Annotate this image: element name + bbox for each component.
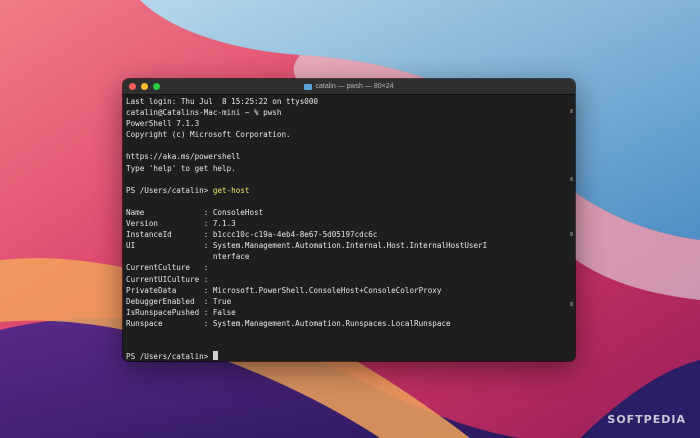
terminal-line-text: nterface <box>126 252 250 262</box>
terminal-line: InstanceId : b1ccc10c-c19a-4eb4-8e67-5d0… <box>126 229 572 240</box>
softpedia-watermark: SOFTPEDIA <box>607 413 686 426</box>
terminal-line: UI : System.Management.Automation.Intern… <box>126 240 572 251</box>
window-title: catalin — pwsh — 80×24 <box>315 83 394 90</box>
terminal-line: PS /Users/catalin> <box>126 351 572 361</box>
terminal-window[interactable]: catalin — pwsh — 80×24 Last login: Thu J… <box>123 79 575 361</box>
terminal-line: Runspace : System.Management.Automation.… <box>126 318 572 329</box>
terminal-line-text: PS /Users/catalin> <box>126 185 213 195</box>
terminal-line: Type 'help' to get help. <box>126 163 572 174</box>
terminal-line-text: InstanceId : b1ccc10c-c19a-4eb4-8e67-5d0… <box>126 230 378 240</box>
title-bar[interactable]: catalin — pwsh — 80×24 <box>123 79 575 95</box>
terminal-line-text: PS /Users/catalin> <box>126 352 213 361</box>
terminal-line: catalin@Catalins-Mac-mini ~ % pwsh <box>126 107 572 118</box>
terminal-line: CurrentCulture : <box>126 262 572 273</box>
terminal-line: PS /Users/catalin> get-host <box>126 185 572 196</box>
terminal-line-text: CurrentUICulture : <box>126 274 209 284</box>
terminal-line: Version : 7.1.3 <box>126 218 572 229</box>
terminal-line-text: IsRunspacePushed : False <box>126 307 236 317</box>
terminal-line: IsRunspacePushed : False <box>126 307 572 318</box>
terminal-line-text: DebuggerEnabled : True <box>126 296 232 306</box>
terminal-line-text: PowerShell 7.1.3 <box>126 119 200 129</box>
terminal-line-text: UI : System.Management.Automation.Intern… <box>126 241 488 251</box>
terminal-output[interactable]: Last login: Thu Jul 8 15:25:22 on ttys00… <box>123 95 575 361</box>
text-cursor <box>212 351 218 361</box>
terminal-line-text: https://aka.ms/powershell <box>126 152 241 162</box>
window-title-container: catalin — pwsh — 80×24 <box>123 79 575 94</box>
terminal-line: CurrentUICulture : <box>126 274 572 285</box>
folder-icon <box>304 83 313 90</box>
terminal-line-text: Type 'help' to get help. <box>126 163 236 173</box>
command-text: get-host <box>212 185 250 195</box>
terminal-line: DebuggerEnabled : True <box>126 296 572 307</box>
terminal-line-text: PrivateData : Microsoft.PowerShell.Conso… <box>126 285 442 295</box>
terminal-line: PowerShell 7.1.3 <box>126 118 572 129</box>
scrollbar[interactable] <box>570 97 573 357</box>
terminal-line-text: Last login: Thu Jul 8 15:25:22 on ttys00… <box>126 97 319 106</box>
terminal-line-text: Runspace : System.Management.Automation.… <box>126 318 451 328</box>
terminal-line: Last login: Thu Jul 8 15:25:22 on ttys00… <box>126 96 572 107</box>
terminal-line-text: Copyright (c) Microsoft Corporation. <box>126 130 291 140</box>
terminal-line-text: Name : ConsoleHost <box>126 207 264 217</box>
terminal-line-text: Version : 7.1.3 <box>126 219 236 229</box>
terminal-line: Name : ConsoleHost <box>126 207 572 218</box>
terminal-line: nterface <box>126 251 572 262</box>
terminal-line-text: catalin@Catalins-Mac-mini ~ % pwsh <box>126 108 282 118</box>
terminal-line: Copyright (c) Microsoft Corporation. <box>126 129 572 140</box>
terminal-line: PrivateData : Microsoft.PowerShell.Conso… <box>126 285 572 296</box>
terminal-line-text: CurrentCulture : <box>126 263 209 273</box>
terminal-line: https://aka.ms/powershell <box>126 151 572 162</box>
